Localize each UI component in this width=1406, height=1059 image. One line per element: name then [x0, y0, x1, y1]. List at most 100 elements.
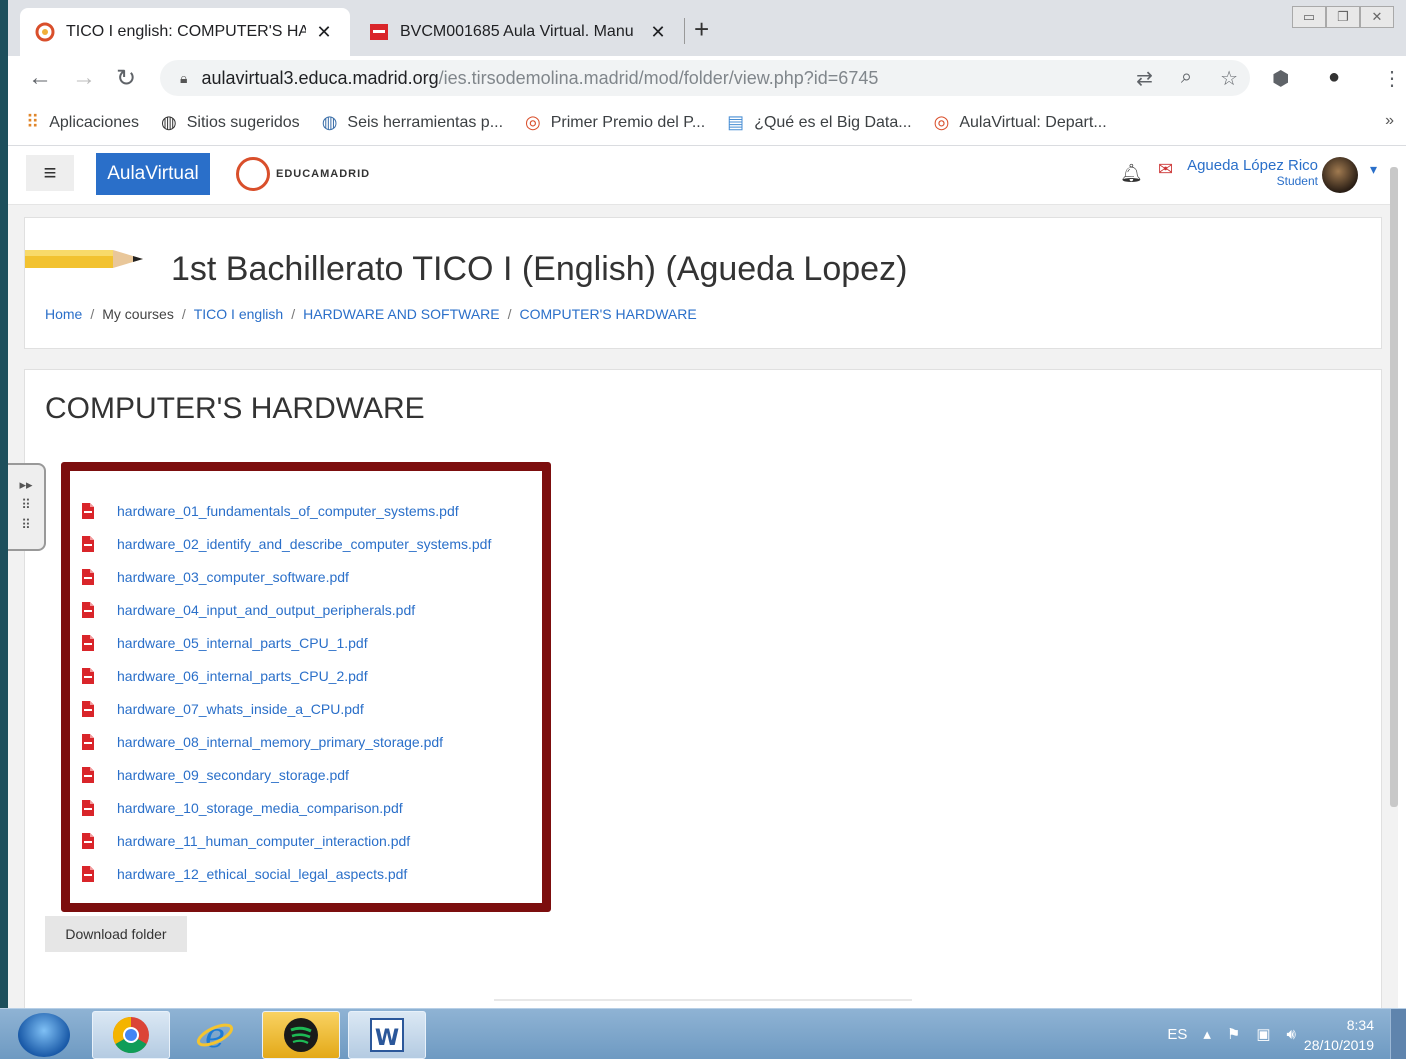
bookmark-tools[interactable]: ◍ Seis herramientas p... [322, 112, 503, 133]
tab-bvcm-aula-virtual[interactable]: BVCM001685 Aula Virtual. Manu ✕ [354, 8, 684, 56]
breadcrumb-separator: / [291, 306, 296, 322]
document-icon: ▤ [727, 112, 745, 132]
new-tab-button[interactable]: + [694, 14, 709, 45]
list-item: hardware_09_secondary_storage.pdf [81, 758, 491, 791]
network-icon[interactable]: ▣ [1256, 1025, 1270, 1043]
file-link[interactable]: hardware_09_secondary_storage.pdf [117, 767, 349, 783]
zoom-icon[interactable]: ⌕ [1181, 66, 1192, 91]
bookmark-suggested[interactable]: ◍ Sitios sugeridos [161, 112, 300, 133]
globe-icon: ◍ [321, 112, 338, 132]
file-link[interactable]: hardware_06_internal_parts_CPU_2.pdf [117, 668, 368, 684]
messages-icon[interactable]: ✉ [1158, 159, 1173, 180]
address-bar[interactable]: 🔒︎ aulavirtual3.educa.madrid.org/ies.tir… [160, 60, 1250, 96]
file-link[interactable]: hardware_02_identify_and_describe_comput… [117, 536, 491, 552]
block-drawer-toggle[interactable]: ▸▸ ⠿ ⠿ [8, 463, 46, 551]
bookmark-prize[interactable]: ◎ Primer Premio del P... [525, 112, 705, 133]
user-menu[interactable]: Agueda López Rico Student [1186, 157, 1318, 188]
pdf-file-icon [82, 766, 94, 783]
action-center-icon[interactable]: ⚑ [1227, 1025, 1240, 1043]
internet-explorer-icon: e [196, 1016, 234, 1055]
file-link[interactable]: hardware_04_input_and_output_peripherals… [117, 602, 415, 618]
taskbar-chrome[interactable] [92, 1011, 170, 1059]
bookmark-aulavirtual[interactable]: ◎ AulaVirtual: Depart... [934, 112, 1107, 133]
educamadrid-icon: ◎ [933, 112, 950, 132]
show-desktop-button[interactable] [1390, 1009, 1406, 1059]
pdf-file-icon [82, 799, 94, 816]
profile-avatar-icon[interactable]: ● [1328, 66, 1340, 89]
apps-grid-icon: ⠿ [26, 112, 40, 132]
tab-close-icon[interactable]: ✕ [314, 22, 334, 43]
educamadrid-logo[interactable]: EDUCAMADRID [236, 157, 370, 191]
breadcrumb-separator: / [507, 306, 512, 322]
windows-taskbar: e W ES ▴ ⚑ ▣ 🔊︎ 8:34 28/10/2019 [0, 1008, 1406, 1059]
close-window-button[interactable]: ✕ [1360, 6, 1394, 28]
logo-text: EDUCAMADRID [276, 168, 371, 180]
list-item: hardware_11_human_computer_interaction.p… [81, 824, 491, 857]
footer-divider [494, 999, 912, 1001]
file-link[interactable]: hardware_12_ethical_social_legal_aspects… [117, 866, 407, 882]
bookmarks-overflow-icon[interactable]: » [1385, 112, 1394, 130]
avatar[interactable] [1322, 157, 1358, 193]
bookmark-star-icon[interactable]: ☆ [1220, 66, 1238, 91]
file-link[interactable]: hardware_05_internal_parts_CPU_1.pdf [117, 635, 368, 651]
file-link[interactable]: hardware_07_whats_inside_a_CPU.pdf [117, 701, 364, 717]
bookmark-label: AulaVirtual: Depart... [959, 113, 1107, 131]
start-button[interactable] [18, 1013, 70, 1057]
taskbar-spotify[interactable] [262, 1011, 340, 1059]
list-item: hardware_01_fundamentals_of_computer_sys… [81, 494, 491, 527]
translate-icon[interactable]: ⇄ [1136, 66, 1153, 91]
list-item: hardware_12_ethical_social_legal_aspects… [81, 857, 491, 890]
course-header: 1st Bachillerato TICO I (English) (Agued… [24, 217, 1382, 349]
moodle-page: ≡ AulaVirtual EDUCAMADRID 🔔︎ ✉ Agueda Ló… [8, 147, 1398, 1008]
tab-strip: TICO I english: COMPUTER'S HA ✕ BVCM0016… [8, 0, 1406, 56]
user-role: Student [1276, 174, 1318, 188]
svg-text:W: W [375, 1026, 399, 1051]
folder-content: COMPUTER'S HARDWARE hardware_01_fundamen… [24, 369, 1382, 1008]
url-path: /ies.tirsodemolina.madrid/mod/folder/vie… [438, 67, 879, 88]
list-item: hardware_04_input_and_output_peripherals… [81, 593, 491, 626]
taskbar-word[interactable]: W [348, 1011, 426, 1059]
browser-window: TICO I english: COMPUTER'S HA ✕ BVCM0016… [8, 0, 1406, 1008]
file-link[interactable]: hardware_03_computer_software.pdf [117, 569, 349, 585]
breadcrumb-course[interactable]: TICO I english [194, 306, 283, 322]
reload-icon[interactable]: ↻ [116, 64, 136, 93]
hamburger-menu-icon[interactable]: ≡ [26, 155, 74, 191]
breadcrumb-section[interactable]: HARDWARE AND SOFTWARE [303, 306, 500, 322]
tray-expand-icon[interactable]: ▴ [1203, 1025, 1211, 1043]
extension-shield-icon[interactable]: ⬢ [1272, 66, 1289, 91]
file-link[interactable]: hardware_08_internal_memory_primary_stor… [117, 734, 443, 750]
bookmark-label: Sitios sugeridos [186, 113, 300, 131]
url-host: aulavirtual3.educa.madrid.org [201, 67, 439, 88]
brand-button[interactable]: AulaVirtual [96, 153, 210, 195]
pdf-file-icon [82, 733, 94, 750]
taskbar-clock[interactable]: 8:34 28/10/2019 [1304, 1015, 1374, 1055]
pdf-file-icon [82, 667, 94, 684]
lock-icon: 🔒︎ [180, 69, 188, 86]
chevron-down-icon[interactable]: ▾ [1370, 161, 1377, 178]
notifications-bell-icon[interactable]: 🔔︎ [1120, 163, 1143, 184]
restore-button[interactable]: ❐ [1326, 6, 1360, 28]
volume-icon[interactable]: 🔊︎ [1287, 1026, 1296, 1043]
download-folder-button[interactable]: Download folder [45, 916, 187, 952]
bookmark-bigdata[interactable]: ▤ ¿Qué es el Big Data... [727, 112, 911, 133]
language-indicator[interactable]: ES [1167, 1026, 1187, 1043]
forward-icon[interactable]: → [72, 64, 96, 92]
file-link[interactable]: hardware_11_human_computer_interaction.p… [117, 833, 410, 849]
file-link[interactable]: hardware_10_storage_media_comparison.pdf [117, 800, 403, 816]
bookmark-apps[interactable]: ⠿ Aplicaciones [26, 112, 139, 133]
browser-menu-icon[interactable]: ⋮ [1382, 66, 1402, 91]
file-link[interactable]: hardware_01_fundamentals_of_computer_sys… [117, 503, 459, 519]
word-icon: W [370, 1018, 404, 1052]
breadcrumb-current[interactable]: COMPUTER'S HARDWARE [520, 306, 697, 322]
page-scrollbar[interactable] [1390, 167, 1398, 807]
breadcrumb-home[interactable]: Home [45, 306, 82, 322]
minimize-button[interactable]: ▭ [1292, 6, 1326, 28]
tab-separator [684, 18, 685, 44]
browser-toolbar: ← → ↻ 🔒︎ aulavirtual3.educa.madrid.org/i… [8, 56, 1406, 100]
tab-tico-english[interactable]: TICO I english: COMPUTER'S HA ✕ [20, 8, 350, 56]
back-icon[interactable]: ← [28, 64, 52, 92]
page-title: 1st Bachillerato TICO I (English) (Agued… [171, 250, 908, 288]
taskbar-internet-explorer[interactable]: e [176, 1011, 254, 1059]
tab-close-icon[interactable]: ✕ [648, 22, 668, 43]
pdf-favicon-icon [368, 21, 390, 43]
